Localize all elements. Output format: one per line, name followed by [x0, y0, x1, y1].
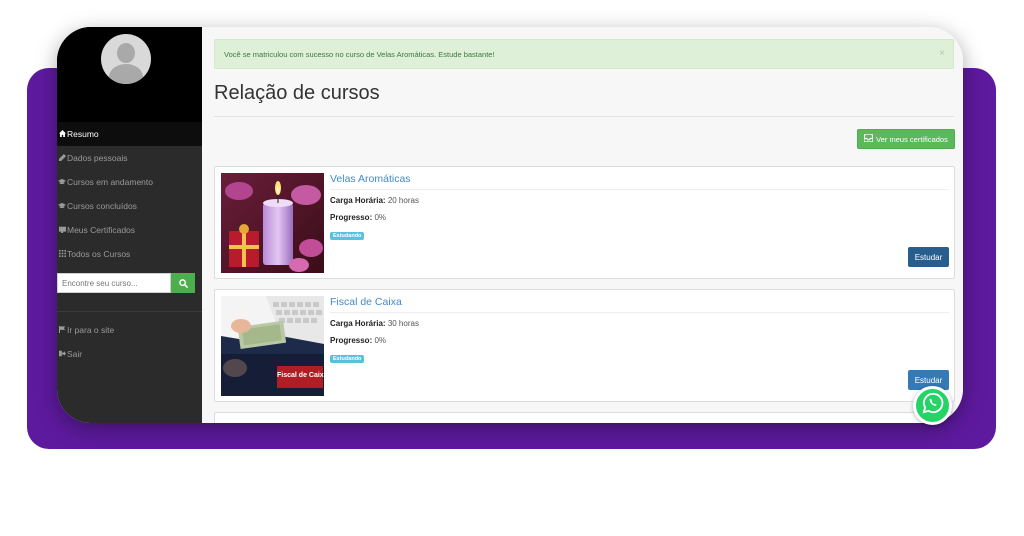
course-card: Fiscal de Caixa Carga Horária: 30 horas …: [214, 289, 955, 402]
sidebar-item-label: Sair: [67, 349, 83, 359]
sign-out-icon: [58, 350, 66, 359]
course-card-partial: [214, 412, 955, 423]
sidebar-item-meus-certificados[interactable]: Meus Certificados: [57, 218, 202, 242]
course-progress: Progresso: 0%: [330, 336, 386, 345]
inbox-icon: [863, 133, 874, 144]
sidebar-item-label: Ir para o site: [67, 325, 115, 335]
main-content: Você se matriculou com sucesso no curso …: [202, 27, 963, 423]
sidebar-profile: [57, 27, 202, 122]
sidebar: Resumo Dados pessoais Cursos em andament…: [57, 27, 202, 423]
home-icon: [58, 129, 66, 139]
status-badge: Estudando: [330, 232, 365, 240]
app-window: Resumo Dados pessoais Cursos em andament…: [57, 27, 963, 423]
sidebar-item-cursos-concluidos[interactable]: Cursos concluídos: [57, 194, 202, 218]
course-image-caption: Fiscal de Caixa: [277, 372, 328, 379]
candle-orchid-photo: [221, 173, 324, 273]
progress-label: Progresso:: [330, 213, 373, 222]
search-input[interactable]: [57, 273, 171, 293]
whatsapp-icon: [922, 392, 944, 419]
sidebar-item-label: Dados pessoais: [67, 153, 128, 163]
study-button[interactable]: Estudar: [908, 247, 949, 267]
title-divider: [214, 116, 954, 117]
course-title[interactable]: Fiscal de Caixa: [330, 296, 402, 308]
sidebar-nav: Resumo Dados pessoais Cursos em andament…: [57, 122, 202, 266]
sidebar-item-todos-os-cursos[interactable]: Todos os Cursos: [57, 242, 202, 266]
alert-message: Você se matriculou com sucesso no curso …: [224, 49, 495, 59]
course-workload: Carga Horária: 30 horas: [330, 319, 419, 328]
course-divider: [330, 189, 949, 190]
sidebar-item-sair[interactable]: Sair: [57, 342, 202, 366]
view-certificates-label: Ver meus certificados: [876, 134, 948, 144]
avatar[interactable]: [101, 34, 151, 84]
workload-value: 30 horas: [387, 319, 419, 328]
sidebar-divider: [57, 311, 202, 312]
progress-value: 0%: [374, 336, 387, 345]
search-button[interactable]: [171, 273, 195, 293]
sidebar-item-dados-pessoais[interactable]: Dados pessoais: [57, 146, 202, 170]
workload-value: 20 horas: [387, 196, 419, 205]
course-search: [57, 273, 202, 293]
sidebar-item-resumo[interactable]: Resumo: [57, 122, 202, 146]
certificate-icon: [58, 226, 66, 235]
workload-label: Carga Horária:: [330, 196, 386, 205]
graduation-cap-icon: [58, 202, 66, 211]
close-icon[interactable]: ×: [939, 48, 945, 59]
course-progress: Progresso: 0%: [330, 213, 386, 222]
cashier-keyboard-photo: [221, 296, 324, 396]
status-badge: Estudando: [330, 355, 365, 363]
pencil-icon: [58, 153, 66, 163]
workload-label: Carga Horária:: [330, 319, 386, 328]
sidebar-item-label: Todos os Cursos: [67, 249, 131, 259]
sidebar-item-label: Cursos concluídos: [67, 201, 137, 211]
course-divider: [330, 312, 949, 313]
avatar-body-shape: [109, 64, 143, 84]
sidebar-item-label: Cursos em andamento: [67, 177, 153, 187]
progress-value: 0%: [374, 213, 387, 222]
sidebar-links: Ir para o site Sair: [57, 318, 202, 366]
view-certificates-button[interactable]: Ver meus certificados: [857, 129, 955, 149]
success-alert: Você se matriculou com sucesso no curso …: [214, 39, 954, 69]
course-workload: Carga Horária: 20 horas: [330, 196, 419, 205]
page-title: Relação de cursos: [214, 82, 380, 104]
sidebar-item-cursos-em-andamento[interactable]: Cursos em andamento: [57, 170, 202, 194]
sidebar-item-label: Meus Certificados: [67, 225, 136, 235]
course-title[interactable]: Velas Aromáticas: [330, 173, 411, 185]
graduation-cap-icon: [58, 178, 66, 187]
flag-icon: [58, 325, 66, 335]
whatsapp-chat-button[interactable]: [913, 386, 952, 425]
search-icon: [178, 276, 188, 291]
course-card: Velas Aromáticas Carga Horária: 20 horas…: [214, 166, 955, 279]
grid-icon: [58, 249, 66, 259]
sidebar-item-label: Resumo: [67, 129, 99, 139]
sidebar-item-ir-para-o-site[interactable]: Ir para o site: [57, 318, 202, 342]
progress-label: Progresso:: [330, 336, 373, 345]
avatar-head-shape: [117, 43, 135, 63]
